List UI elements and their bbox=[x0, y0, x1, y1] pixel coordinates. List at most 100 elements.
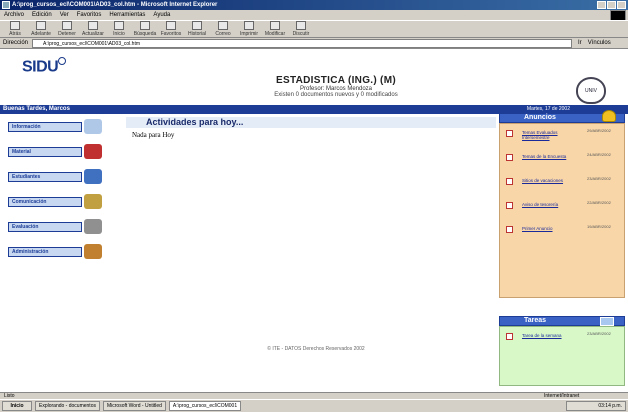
status-bar: Listo Internet/Intranet bbox=[0, 392, 628, 399]
anuncios-list: Temas Evaluados Intersemestre 29/ABR/2002… bbox=[499, 123, 625, 298]
page-viewport: SIDU ESTADISTICA (ING.) (M) Profesor: Ma… bbox=[0, 49, 628, 392]
favorites-icon bbox=[166, 21, 176, 30]
course-title: ESTADISTICA (ING.) (M) bbox=[276, 75, 396, 86]
right-column: Anuncios Temas Evaluados Intersemestre 29… bbox=[499, 110, 625, 386]
search-button[interactable]: Búsqueda bbox=[134, 21, 156, 37]
refresh-button[interactable]: Actualizar bbox=[82, 21, 104, 37]
announcement-icon bbox=[506, 154, 513, 161]
maximize-button[interactable] bbox=[607, 1, 616, 9]
history-button[interactable]: Historial bbox=[186, 21, 208, 37]
announcement-link[interactable]: Sitios de vacaciones bbox=[522, 178, 582, 183]
announcement-icon bbox=[506, 226, 513, 233]
discuss-button[interactable]: Discutir bbox=[290, 21, 312, 37]
logo-mark-icon bbox=[58, 57, 67, 65]
announcement-link[interactable]: Primer Anuncio bbox=[522, 226, 582, 231]
announcement-icon bbox=[506, 178, 513, 185]
stop-icon bbox=[62, 21, 72, 30]
nav-estudiantes[interactable]: Estudiantes bbox=[6, 169, 118, 184]
nav-comunicacion[interactable]: Comunicación bbox=[6, 194, 118, 209]
menu-file[interactable]: Archivo bbox=[4, 10, 24, 20]
announcement-date: 23/ABR/2002 bbox=[587, 176, 611, 181]
menu-edit[interactable]: Edición bbox=[32, 10, 52, 20]
greeting-text: Buenas Tardes, Marcos bbox=[3, 106, 70, 112]
tareas-title: Tareas bbox=[524, 317, 547, 324]
mail-icon bbox=[218, 21, 228, 30]
print-button[interactable]: Imprimir bbox=[238, 21, 260, 37]
documents-status: Existen 0 documentos nuevos y 0 modifica… bbox=[274, 92, 398, 98]
list-item[interactable]: Temas Evaluados Intersemestre 29/ABR/2002 bbox=[500, 126, 624, 150]
taskbar-item[interactable]: Microsoft Word - Untitled bbox=[102, 401, 166, 411]
history-icon bbox=[192, 21, 202, 30]
taskbar: Inicio Explorando - documentos Microsoft… bbox=[0, 399, 628, 412]
ie-icon bbox=[2, 1, 10, 9]
favorites-button[interactable]: Favoritos bbox=[160, 21, 182, 37]
anuncios-title: Anuncios bbox=[524, 114, 556, 121]
system-clock: 03:14 p.m. bbox=[566, 401, 626, 411]
forward-icon bbox=[36, 21, 46, 30]
address-label: Dirección bbox=[3, 40, 29, 46]
announcement-icon bbox=[506, 130, 513, 137]
nav-informacion[interactable]: Información bbox=[6, 119, 118, 134]
edit-icon bbox=[270, 21, 280, 30]
material-icon bbox=[84, 144, 102, 159]
announcement-link[interactable]: Aviso de tesorería bbox=[522, 202, 582, 207]
stop-button[interactable]: Detener bbox=[56, 21, 78, 37]
menu-favorites[interactable]: Favoritos bbox=[77, 10, 102, 20]
start-button[interactable]: Inicio bbox=[2, 401, 32, 411]
menu-help[interactable]: Ayuda bbox=[153, 10, 170, 20]
bell-icon bbox=[602, 110, 616, 122]
edit-button[interactable]: Modificar bbox=[264, 21, 286, 37]
list-item[interactable]: Sitios de vacaciones 23/ABR/2002 bbox=[500, 174, 624, 198]
communication-icon bbox=[84, 194, 102, 209]
window-title: A:\prog_cursos_ecl\COM001\AD03_col.htm -… bbox=[12, 2, 218, 8]
task-link[interactable]: Tarea de la semana bbox=[522, 333, 582, 338]
taskbar-item[interactable]: A:\prog_cursos_ecl\COM001 bbox=[168, 401, 242, 411]
address-bar: Dirección A:\prog_cursos_ecl\COM001\AD03… bbox=[0, 38, 628, 49]
search-icon bbox=[140, 21, 150, 30]
list-item[interactable]: Primer Anuncio 19/ABR/2002 bbox=[500, 222, 624, 246]
refresh-icon bbox=[88, 21, 98, 30]
go-button[interactable]: Ir bbox=[578, 40, 582, 46]
home-button[interactable]: Inicio bbox=[108, 21, 130, 37]
task-icon bbox=[506, 333, 513, 340]
course-info: ESTADISTICA (ING.) (M) Profesor: Marcos … bbox=[196, 75, 476, 98]
nav-administracion[interactable]: Administración bbox=[6, 244, 118, 259]
tasks-icon bbox=[600, 317, 614, 326]
toolbar: Atrás Adelante Detener Actualizar Inicio… bbox=[0, 20, 628, 38]
tareas-list: Tarea de la semana 23/ABR/2002 bbox=[499, 326, 625, 386]
sidebar-nav: Información Material Estudiantes Comunic… bbox=[6, 119, 118, 269]
address-input[interactable]: A:\prog_cursos_ecl\COM001\AD03_col.htm bbox=[32, 38, 573, 48]
evaluation-icon bbox=[84, 219, 102, 234]
nav-material[interactable]: Material bbox=[6, 144, 118, 159]
students-icon bbox=[84, 169, 102, 184]
window-controls bbox=[597, 1, 626, 9]
tareas-header: Tareas bbox=[499, 316, 625, 326]
activities-title: Actividades para hoy... bbox=[126, 117, 496, 128]
links-button[interactable]: Vínculos bbox=[588, 40, 611, 46]
announcement-date: 29/ABR/2002 bbox=[587, 128, 611, 133]
menu-view[interactable]: Ver bbox=[60, 10, 69, 20]
info-icon bbox=[84, 119, 102, 134]
close-button[interactable] bbox=[617, 1, 626, 9]
university-seal-icon: UNIV bbox=[576, 77, 606, 104]
window-titlebar: A:\prog_cursos_ecl\COM001\AD03_col.htm -… bbox=[0, 0, 628, 10]
list-item[interactable]: Temas de la Encuesta 24/ABR/2002 bbox=[500, 150, 624, 174]
announcement-link[interactable]: Temas Evaluados Intersemestre bbox=[522, 130, 582, 140]
activities-panel: Actividades para hoy... Nada para Hoy bbox=[126, 117, 496, 139]
announcement-date: 24/ABR/2002 bbox=[587, 152, 611, 157]
back-icon bbox=[10, 21, 20, 30]
nav-evaluacion[interactable]: Evaluación bbox=[6, 219, 118, 234]
announcement-date: 22/ABR/2002 bbox=[587, 200, 611, 205]
minimize-button[interactable] bbox=[597, 1, 606, 9]
forward-button[interactable]: Adelante bbox=[30, 21, 52, 37]
list-item[interactable]: Tarea de la semana 23/ABR/2002 bbox=[500, 329, 624, 353]
discuss-icon bbox=[296, 21, 306, 30]
back-button[interactable]: Atrás bbox=[4, 21, 26, 37]
announcement-link[interactable]: Temas de la Encuesta bbox=[522, 154, 582, 159]
activities-empty-text: Nada para Hoy bbox=[132, 131, 175, 139]
mail-button[interactable]: Correo bbox=[212, 21, 234, 37]
task-date: 23/ABR/2002 bbox=[587, 331, 611, 336]
list-item[interactable]: Aviso de tesorería 22/ABR/2002 bbox=[500, 198, 624, 222]
taskbar-item[interactable]: Explorando - documentos bbox=[35, 401, 100, 411]
menu-tools[interactable]: Herramientas bbox=[109, 10, 145, 20]
